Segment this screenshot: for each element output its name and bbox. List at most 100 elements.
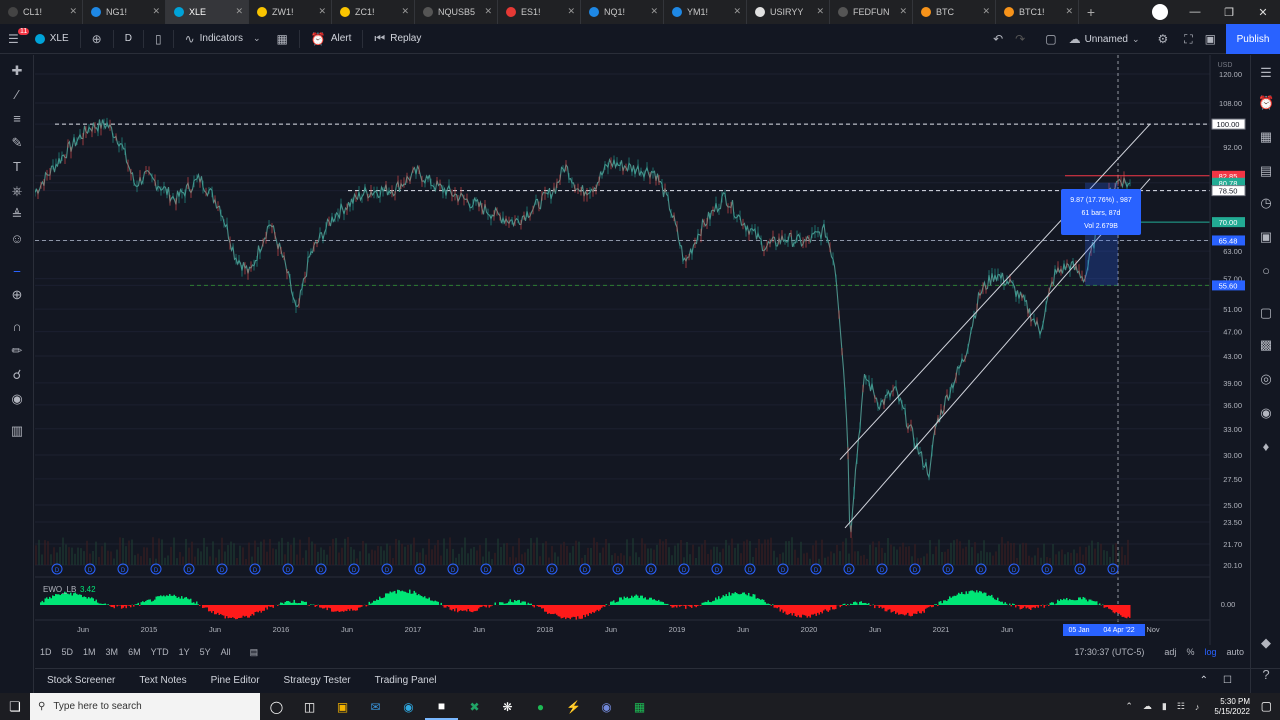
adj-toggle[interactable]: adj [1164,647,1176,657]
fib-retracement-icon[interactable]: ≡ [9,111,25,127]
crosshair-icon[interactable]: ✚ [9,63,25,79]
brush-icon[interactable]: ✎ [9,135,25,151]
range-button-ytd[interactable]: YTD [151,647,169,657]
fullscreen-layout-icon[interactable]: ▢ [1045,32,1056,46]
trash-icon[interactable]: ▥ [9,423,25,439]
menu-icon[interactable]: ☰ 11 [0,24,30,54]
log-toggle[interactable]: log [1204,647,1216,657]
alert-button[interactable]: ⏰ Alert [303,24,360,54]
network-icon[interactable]: ☷ [1177,701,1185,712]
browser-tab[interactable]: YM1! ✕ [664,0,747,24]
tab-close-icon[interactable]: ✕ [69,6,77,17]
smiley-icon[interactable]: ☺ [9,231,25,247]
messages-icon[interactable]: ▩ [1258,337,1274,353]
browser-tab[interactable]: USIRYY ✕ [747,0,830,24]
maximize-panel-icon[interactable]: ☐ [1211,675,1244,686]
streams-icon[interactable]: ◎ [1258,371,1274,387]
tab-close-icon[interactable]: ✕ [401,6,409,17]
publish-button[interactable]: Publish [1226,24,1280,54]
camera-icon[interactable]: ▣ [1205,32,1216,46]
ideas-icon[interactable]: ▣ [1258,229,1274,245]
browser-tab[interactable]: NQUSB5 ✕ [415,0,498,24]
browser-tab[interactable]: ZW1! ✕ [249,0,332,24]
windows-start-icon[interactable]: ❏ [0,693,30,720]
layout-name[interactable]: Unnamed [1085,34,1128,45]
eye-icon[interactable]: ◉ [9,391,25,407]
browser-tab[interactable]: NG1! ✕ [83,0,166,24]
profile-avatar[interactable] [1152,4,1168,20]
tab-close-icon[interactable]: ✕ [235,6,243,17]
panel-tab-stock-screener[interactable]: Stock Screener [35,675,127,686]
cloud-icon[interactable]: ☁ [1069,32,1081,46]
browser-tab[interactable]: BTC1! ✕ [996,0,1079,24]
auto-toggle[interactable]: auto [1226,647,1244,657]
chart-type-button[interactable]: ▯ [147,24,170,54]
pattern-icon[interactable]: ⎈ [9,183,25,199]
replay-button[interactable]: ⏮ Replay [366,24,429,54]
panel-tab-text-notes[interactable]: Text Notes [127,675,198,686]
range-button-1m[interactable]: 1M [83,647,96,657]
broadcast-icon[interactable]: ◉ [1258,405,1274,421]
tab-close-icon[interactable]: ✕ [318,6,326,17]
excel-icon[interactable]: ✖ [458,693,491,720]
tradingview-app-icon[interactable]: ■ [425,693,458,720]
prediction-icon[interactable]: ≜ [9,207,25,223]
price-chart[interactable]: EWO_LB 3.42 D D D D D D D D D D D D D D D D D D D D D D D D D D D D D… [35,55,1249,645]
utc-time[interactable]: 17:30:37 (UTC-5) [1074,647,1144,657]
pencil-lock-icon[interactable]: ✏ [9,343,25,359]
tab-close-icon[interactable]: ✕ [484,6,492,17]
templates-button[interactable]: ▦ [269,24,296,54]
browser-tab[interactable]: BTC ✕ [913,0,996,24]
browser-tab[interactable]: ZC1! ✕ [332,0,415,24]
tab-close-icon[interactable]: ✕ [982,6,990,17]
layers-icon[interactable]: ◆ [1258,635,1274,651]
percent-toggle[interactable]: % [1186,647,1194,657]
battery-icon[interactable]: ▮ [1162,701,1167,712]
magnet-icon[interactable]: ∩ [9,319,25,335]
browser-tab[interactable]: XLE ✕ [166,0,249,24]
green-app-icon[interactable]: ▦ [623,693,656,720]
close-icon[interactable]: ✕ [1246,6,1280,19]
lock-icon[interactable]: ☌ [9,367,25,383]
tab-close-icon[interactable]: ✕ [816,6,824,17]
range-button-1d[interactable]: 1D [40,647,52,657]
thinkorswim-icon[interactable]: ⚡ [557,693,590,720]
panel-tab-pine-editor[interactable]: Pine Editor [199,675,272,686]
notifications-bell-icon[interactable]: ♦ [1258,439,1274,455]
tab-close-icon[interactable]: ✕ [567,6,575,17]
cortana-icon[interactable]: ◯ [260,693,293,720]
edge-icon[interactable]: ◉ [392,693,425,720]
volume-icon[interactable]: ♪ [1195,702,1200,712]
task-view-icon[interactable]: ◫ [293,693,326,720]
new-tab-button[interactable]: + [1079,4,1103,20]
panel-tab-strategy-tester[interactable]: Strategy Tester [272,675,363,686]
chevron-down-icon[interactable]: ⌄ [1132,34,1140,45]
alerts-clock-icon[interactable]: ⏰ [1258,95,1274,111]
range-button-1y[interactable]: 1Y [179,647,190,657]
onedrive-icon[interactable]: ☁ [1143,701,1152,712]
gear-icon[interactable]: ⚙ [1157,32,1168,46]
notification-center-icon[interactable]: ▢ [1261,699,1272,713]
redo-icon[interactable]: ↷ [1015,32,1025,46]
spotify-icon[interactable]: ● [524,693,557,720]
browser-tab[interactable]: NQ1! ✕ [581,0,664,24]
range-button-6m[interactable]: 6M [128,647,141,657]
browser-tab[interactable]: FEDFUN ✕ [830,0,913,24]
browser-tab[interactable]: CL1! ✕ [0,0,83,24]
symbol-search[interactable]: XLE [27,24,77,54]
tab-close-icon[interactable]: ✕ [650,6,658,17]
tab-close-icon[interactable]: ✕ [1065,6,1073,17]
zoom-in-icon[interactable]: ⊕ [9,287,25,303]
indicators-button[interactable]: ∿ Indicators ⌄ [177,24,269,54]
lightbulb-icon[interactable]: ○ [1258,263,1274,279]
hotlist-icon[interactable]: ▤ [1258,163,1274,179]
clock[interactable]: 5:30 PM 5/15/2022 [1214,697,1250,717]
calendar-icon[interactable]: ◷ [1258,195,1274,211]
interval-button[interactable]: D [117,24,140,54]
tray-chevron-icon[interactable]: ⌃ [1125,701,1133,712]
store-icon[interactable]: ▣ [326,693,359,720]
tab-close-icon[interactable]: ✕ [152,6,160,17]
data-window-icon[interactable]: ▦ [1258,129,1274,145]
range-button-5d[interactable]: 5D [62,647,74,657]
restore-icon[interactable]: ❐ [1212,6,1246,19]
